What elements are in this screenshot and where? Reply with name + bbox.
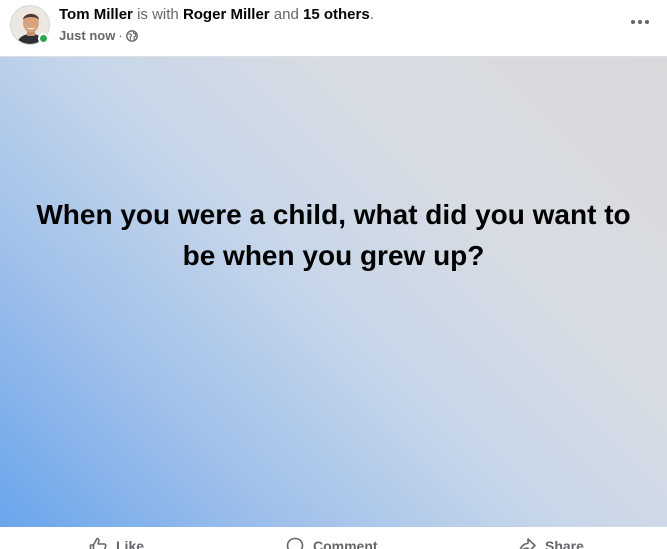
post-author-line: Tom Miller is with Roger Miller and 15 o… (59, 6, 374, 23)
post-actions-bar: Like Comment Share (0, 527, 667, 549)
like-label: Like (116, 538, 145, 549)
like-button[interactable]: Like (88, 536, 144, 549)
post-header: Tom Miller is with Roger Miller and 15 o… (0, 0, 667, 56)
comment-button[interactable]: Comment (285, 536, 378, 549)
meta-separator: · (118, 28, 123, 43)
others-link[interactable]: 15 others (303, 6, 370, 23)
post-timestamp[interactable]: Just now (59, 28, 115, 43)
globe-icon[interactable] (125, 29, 138, 42)
author-name-link[interactable]: Tom Miller (59, 6, 133, 23)
with-text: is with (137, 6, 179, 23)
period-text: . (369, 6, 374, 23)
more-options-icon[interactable] (626, 10, 654, 34)
share-label: Share (545, 538, 584, 549)
comment-icon (286, 537, 304, 549)
thumbs-up-icon (89, 537, 107, 549)
share-icon (519, 538, 536, 549)
post-background (0, 56, 667, 527)
comment-label: Comment (313, 538, 378, 549)
and-text: and (273, 6, 299, 23)
post-meta: Just now · (59, 28, 138, 43)
online-status-indicator (38, 33, 49, 44)
share-button[interactable]: Share (517, 536, 584, 549)
tagged-person-link[interactable]: Roger Miller (183, 6, 270, 23)
post-text: When you were a child, what did you want… (36, 199, 631, 271)
